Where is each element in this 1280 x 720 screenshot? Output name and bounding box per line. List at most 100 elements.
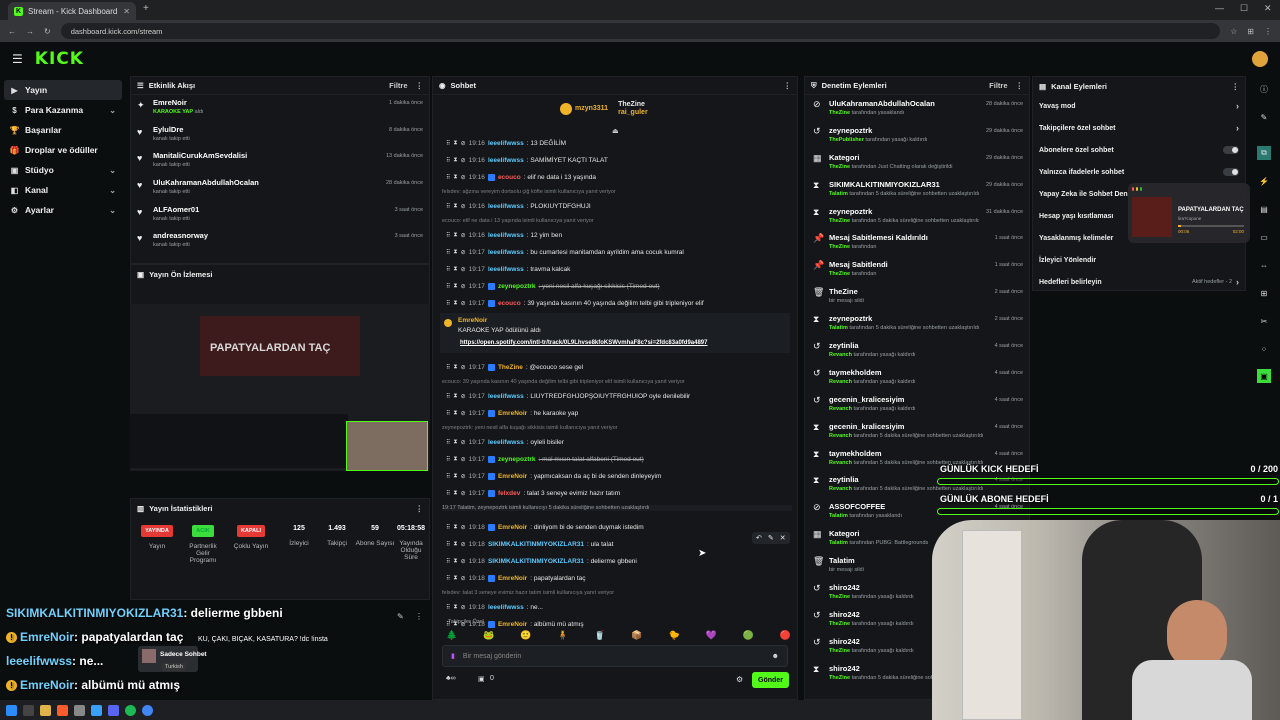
wrench-icon[interactable]: ✂	[1257, 314, 1271, 328]
ban-icon[interactable]: ⊘	[461, 490, 466, 497]
message-user[interactable]: leeelifwwss	[488, 439, 524, 446]
minimize-icon[interactable]: —	[1215, 3, 1224, 13]
ban-icon[interactable]: ⊘	[461, 232, 466, 239]
layout-icon[interactable]: ⧉	[1257, 146, 1271, 160]
chat-settings-icon[interactable]: ⚙	[736, 675, 743, 684]
chat-input[interactable]: ▮ Bir mesaj gönderin ☻	[442, 645, 788, 667]
message-user[interactable]: leeelifwwss	[488, 393, 524, 400]
kick-logo[interactable]: KICK	[35, 49, 84, 69]
chat-message[interactable]: ⠿ ⧗ ⊘ 19:17 TheZine: @ecouco sese gel	[446, 364, 791, 371]
chat-message[interactable]: ⠿ ⧗ ⊘ 19:16 leeelifwwss: SAMİMİYET KAÇTI TAL…	[446, 157, 791, 164]
activity-item[interactable]: ♥ andreasnorway kanalı takip etti 3 saat ön…	[131, 228, 429, 255]
message-user[interactable]: leeelifwwss	[488, 266, 524, 273]
back-icon[interactable]: ←	[8, 27, 16, 36]
activity-item[interactable]: ♥ ALFAomer01 kanalı takip etti 3 saat önce	[131, 202, 429, 229]
ban-icon[interactable]: ⊘	[461, 393, 466, 400]
lightning-icon[interactable]: ⚡	[1257, 174, 1271, 188]
chat-message[interactable]: ⠿ ⧗ ⊘ 19:18 EmreNoir: papatyalardan taç	[446, 575, 791, 582]
chat-message[interactable]: ⠿ ⧗ ⊘ 19:18 leeelifwwss: ne...	[446, 604, 791, 611]
ban-icon[interactable]: ⊘	[461, 456, 466, 463]
timeout-icon[interactable]: ⧗	[453, 410, 457, 417]
moderation-item[interactable]: 🗑 TheZine bir mesajı sildi 2 saat önce	[805, 283, 1029, 310]
maximize-icon[interactable]: ☐	[1240, 3, 1248, 14]
timeout-icon[interactable]: ⧗	[453, 249, 457, 256]
pin-icon[interactable]: ✎	[768, 534, 774, 542]
chat-bubble-icon[interactable]: ▭	[1257, 230, 1271, 244]
message-user[interactable]: TheZine	[498, 364, 523, 371]
spotify-icon[interactable]	[125, 704, 136, 716]
chat-message[interactable]: ⠿ ⧗ ⊘ 19:17 leeelifwwss: travma kalcak	[446, 266, 791, 273]
grid-icon[interactable]: ⊞	[1257, 286, 1271, 300]
ban-icon[interactable]: ⊘	[461, 300, 466, 307]
timeout-icon[interactable]: ⧗	[453, 604, 457, 611]
message-user[interactable]: leeelifwwss	[488, 203, 524, 210]
chat-infinity-icon[interactable]: ♣∞	[446, 675, 456, 682]
toggle-switch[interactable]	[1223, 146, 1239, 154]
timeout-icon[interactable]: ⧗	[453, 439, 457, 446]
sidebar-item-6[interactable]: ⚙ Ayarlar ⌄	[4, 200, 122, 220]
timeout-icon[interactable]: ⧗	[453, 524, 457, 531]
sidebar-item-1[interactable]: $ Para Kazanma ⌄	[4, 100, 122, 120]
stream-preview[interactable]: PAPATYALARDAN TAÇ	[130, 304, 430, 471]
chat-message[interactable]: ⠿ ⧗ ⊘ 19:17 ecouco: 39 yaşında kasının 40 ya…	[446, 300, 791, 307]
moderation-item[interactable]: ↺ zeytinlia Revanch tarafından yasağı kald…	[805, 337, 1029, 364]
timeout-icon[interactable]: ⧗	[453, 140, 457, 147]
ban-icon[interactable]: ⊘	[461, 157, 466, 164]
moderation-item[interactable]: ↺ taymekholdem Revanch tarafından yasağı k…	[805, 364, 1029, 391]
chrome-icon[interactable]	[142, 704, 153, 716]
emote-1-icon[interactable]: 🌲	[446, 630, 457, 641]
activity-item[interactable]: ✦ EmreNoir KARAOKE YAP aldı 1 dakika önce	[131, 95, 429, 122]
chat-message[interactable]: ⠿ ⧗ ⊘ 19:16 ecouco: elif ne data i 13 yaşınd…	[446, 174, 791, 181]
sidebar-item-2[interactable]: 🏆 Başarılar	[4, 120, 122, 140]
reload-icon[interactable]: ↻	[44, 27, 51, 36]
emote-4-icon[interactable]: 🧍	[557, 630, 568, 641]
moderation-item[interactable]: ⊘ UluKahramanAbdullahOcalan TheZine tarafı…	[805, 95, 1029, 122]
edit-icon[interactable]: ✎	[1257, 110, 1271, 124]
emote-2-icon[interactable]: 🐸	[483, 630, 494, 641]
doc-icon[interactable]: ▤	[1257, 202, 1271, 216]
channel-action-item[interactable]: Yalnızca ifadelerle sohbet	[1033, 161, 1245, 183]
overlay-more-icon[interactable]: ⋮	[415, 612, 423, 621]
discord-icon[interactable]	[108, 704, 119, 716]
timeout-icon[interactable]: ⧗	[453, 300, 457, 307]
moderation-more-icon[interactable]: ⋮	[1016, 81, 1024, 90]
chat-message[interactable]: ⠿ ⧗ ⊘ 19:17 zeynepoztrk: yeni nesil alfa kuş…	[446, 283, 791, 290]
timeout-icon[interactable]: ⧗	[453, 393, 457, 400]
activity-item[interactable]: ♥ UluKahramanAbdullahOcalan kanalı takip e…	[131, 175, 429, 202]
dots-icon[interactable]: ⁘	[1257, 342, 1271, 356]
redeem-link[interactable]: https://open.spotify.com/intl-tr/track/0…	[460, 340, 707, 346]
chat-message[interactable]: ⠿ ⧗ ⊘ 19:17 EmreNoir: he karaoke yap	[446, 410, 791, 417]
ban-icon[interactable]: ⊘	[461, 203, 466, 210]
moderation-item[interactable]: 📌 Mesaj Sabitlemesi Kaldırıldı TheZine tar…	[805, 229, 1029, 256]
address-bar[interactable]: dashboard.kick.com/stream	[60, 23, 1221, 39]
timeout-icon[interactable]: ⧗	[453, 541, 457, 548]
message-user[interactable]: SIKIMKALKITINMIYOKIZLAR31	[488, 558, 584, 565]
moderation-item[interactable]: ↺ zeynepoztrk ThePublisher tarafından yasa…	[805, 122, 1029, 149]
ban-icon[interactable]: ⊘	[461, 541, 466, 548]
moderation-filter-button[interactable]: Filtre	[989, 81, 1007, 90]
moderation-item[interactable]: ⧗ zeynepoztrk Talatim tarafından 5 dakika …	[805, 310, 1029, 337]
ban-icon[interactable]: ⊘	[461, 266, 466, 273]
channel-actions-more-icon[interactable]: ⋮	[1232, 82, 1240, 91]
ban-icon[interactable]: ⊘	[461, 364, 466, 371]
activity-filter-button[interactable]: Filtre	[389, 81, 407, 90]
channel-action-item[interactable]: Hedefleri belirleyin Aktif hedefler - 2 ›	[1033, 271, 1245, 293]
chat-message[interactable]: ⠿ ⧗ ⊘ 19:17 felxdev: talat 3 seneye evimiz h…	[446, 490, 791, 497]
ban-icon[interactable]: ⊘	[461, 410, 466, 417]
activity-item[interactable]: ♥ ManitaliCurukAmSevdalisi kanalı takip et…	[131, 148, 429, 175]
ban-icon[interactable]: ⊘	[461, 140, 466, 147]
windows-start-icon[interactable]	[6, 704, 17, 716]
toggle-switch[interactable]	[1223, 168, 1239, 176]
delete-icon[interactable]: ✕	[780, 534, 786, 542]
timeout-icon[interactable]: ⧗	[453, 203, 457, 210]
reply-icon[interactable]: ↶	[756, 534, 762, 542]
emote-6-icon[interactable]: 📦	[631, 630, 642, 641]
timeout-icon[interactable]: ⧗	[453, 490, 457, 497]
chat-message[interactable]: ⠿ ⧗ ⊘ 19:16 leeelifwwss: 13 DEĞİLİM	[446, 140, 791, 147]
chat-message[interactable]: ⠿ ⧗ ⊘ 19:17 zeynepoztrk: mal mısın talat alf…	[446, 456, 791, 463]
arrows-icon[interactable]: ⇔	[1257, 258, 1271, 272]
timeout-icon[interactable]: ⧗	[453, 266, 457, 273]
activity-more-icon[interactable]: ⋮	[416, 81, 424, 90]
message-user[interactable]: EmreNoir	[498, 621, 527, 628]
chat-message[interactable]: ⠿ ⧗ ⊘ 19:18 SIKIMKALKITINMIYOKIZLAR31: delie…	[446, 558, 791, 565]
